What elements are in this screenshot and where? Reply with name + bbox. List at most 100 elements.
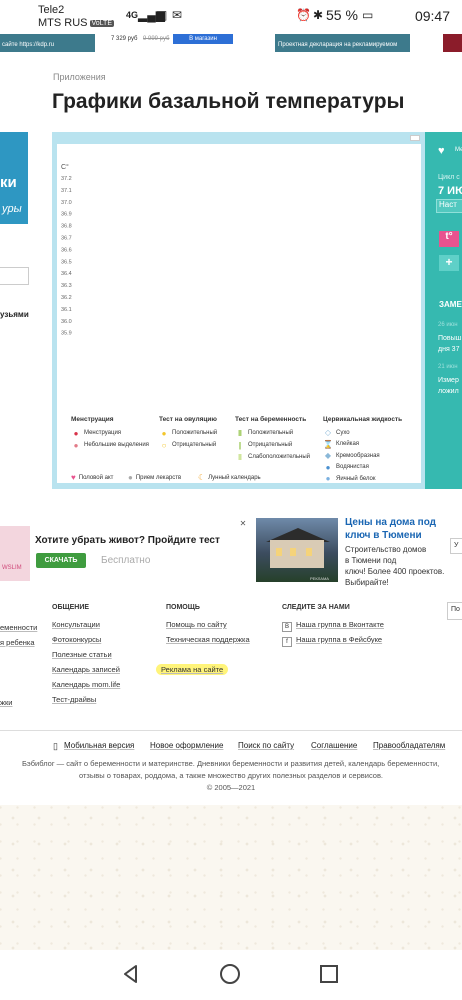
footer-follow: СЛЕДИТЕ ЗА НАМИ В Наша группа в Вконтакте…: [282, 604, 384, 647]
vk-icon: В: [282, 622, 292, 632]
note-line: Измер: [438, 377, 459, 384]
footer-link[interactable]: Календарь mom.life: [52, 677, 120, 692]
ad-desc-line: Выбирайте!: [345, 578, 389, 587]
shop-button[interactable]: В магазин: [173, 34, 233, 44]
footer-link[interactable]: Фотоконкурсы: [52, 632, 120, 647]
top-ad-product[interactable]: 7 329 руб 9 999 руб В магазин: [103, 34, 233, 52]
note-text[interactable]: Повыш дня 37: [438, 333, 461, 355]
legend-label: Отрицательный: [248, 442, 293, 448]
creamy-icon: ◆: [324, 451, 332, 461]
footer-link[interactable]: жки: [0, 695, 37, 710]
settings-button[interactable]: Наст: [436, 199, 462, 213]
status-bar: Tele2 MTS RUS VoLTE 4G ▂▄▆ ▣ ✉ ⏰ ✱ 55 % ▭…: [0, 0, 462, 34]
ad-close-icon[interactable]: ✕: [238, 519, 248, 529]
top-ad-edge[interactable]: [443, 34, 462, 52]
y-tick-label: 36.9: [61, 212, 72, 218]
note-date: 26 июн: [438, 322, 458, 328]
footer-link[interactable]: Календарь записей: [52, 662, 120, 677]
temperature-add-icon[interactable]: t°: [439, 231, 459, 247]
note-text[interactable]: Измер ложил: [438, 375, 459, 397]
footer-link-ads[interactable]: Реклама на сайте: [156, 662, 250, 677]
home-icon[interactable]: [219, 963, 241, 985]
footer-link[interactable]: Тест-драйвы: [52, 692, 120, 707]
left-input[interactable]: [0, 267, 29, 285]
recents-icon[interactable]: [318, 963, 340, 985]
footer-link[interactable]: Помощь по сайту: [166, 617, 250, 632]
y-tick-label: 37.2: [61, 176, 72, 182]
footer-link[interactable]: Техническая поддержка: [166, 632, 250, 647]
nav-copyright-holders[interactable]: Правообладателям: [373, 741, 445, 750]
legend-ovulation: Тест на овуляцию ● Положительный ○ Отрицат…: [159, 416, 217, 451]
ad-desc-line: в Тюмени под: [345, 556, 397, 565]
left-banner[interactable]: ки уры: [0, 132, 28, 224]
nav-new-design[interactable]: Новое оформление: [150, 741, 223, 750]
footer-link[interactable]: Консультации: [52, 617, 120, 632]
download-button[interactable]: СКАЧАТЬ: [36, 553, 86, 568]
page-title: Графики базальной температуры: [52, 90, 405, 113]
breadcrumb[interactable]: Приложения: [53, 72, 106, 82]
clock: 09:47: [414, 8, 450, 24]
footer-heading: СЛЕДИТЕ ЗА НАМИ: [282, 604, 350, 611]
network-type: 4G: [126, 10, 139, 20]
legend-title: Цервикальная жидкость: [323, 416, 403, 423]
fb-link-label[interactable]: Наша группа в Фейсбуке: [296, 635, 382, 644]
back-icon[interactable]: [120, 963, 142, 985]
top-ad-strip[interactable]: сайте https://kdp.ru 7 329 руб 9 999 руб…: [0, 34, 462, 56]
right-footer-box[interactable]: По: [447, 602, 462, 620]
note-line: дня 37: [438, 346, 460, 353]
legend-item: ● Яичный белок: [323, 473, 402, 485]
heart-icon: ♥: [71, 473, 76, 482]
nav-mobile-version[interactable]: Мобильная версия: [64, 741, 134, 750]
house-ad-button[interactable]: У: [450, 538, 462, 554]
legend-item: ‖ Слабоположительный: [235, 451, 310, 463]
bluetooth-icon: ✱: [313, 8, 324, 22]
left-banner-text2: уры: [2, 203, 22, 215]
house-window: [276, 548, 282, 556]
battery-icon: ▭: [362, 8, 374, 22]
footer-link[interactable]: еменности: [0, 620, 37, 635]
legend-label: Отрицательный: [172, 442, 217, 448]
legend-item: ⌛ Клейкая: [323, 439, 402, 451]
slim-ad-title[interactable]: Хотите убрать живот? Пройдите тест: [35, 535, 220, 546]
slim-ad-image[interactable]: WSLIM: [0, 526, 30, 581]
sidebar-me[interactable]: Ме: [455, 147, 462, 153]
site-description-2: отзывы о товарах, роддома, а также множе…: [78, 771, 384, 780]
legend-title: Тест на беременность: [235, 416, 307, 423]
single-bar-icon: |: [238, 440, 242, 450]
legend-label: Положительный: [172, 430, 218, 436]
footer-link[interactable]: я ребенка: [0, 635, 37, 650]
legend-item: ‖ Положительный: [235, 427, 310, 439]
legend-label: Яичный белок: [336, 475, 376, 482]
legend-item: ◇ Сухо: [323, 427, 402, 439]
nav-agreement[interactable]: Соглашение: [311, 741, 357, 750]
footer-heading: ОБЩЕНИЕ: [52, 604, 90, 611]
chart-ylabel: С°: [61, 163, 69, 171]
footer-link: [0, 680, 37, 695]
top-ad-left[interactable]: сайте https://kdp.ru: [0, 34, 95, 52]
y-tick-label: 36.6: [61, 247, 72, 253]
notes-title: ЗАМЕТ: [439, 300, 462, 309]
volte-badge: VoLTE: [89, 20, 114, 27]
plus-icon[interactable]: +: [439, 255, 459, 271]
vk-link-label[interactable]: Наша группа в Вконтакте: [296, 620, 384, 629]
temperature-chart[interactable]: С° 37.2 37.1 37.0 36.9 36.8 36.7 36.6 36.5 36.4 3…: [57, 144, 421, 409]
ad-price: 7 329 руб: [111, 36, 138, 42]
ad-title-line: ключ в Тюмени: [345, 530, 422, 541]
footer-link[interactable]: Полезные статьи: [52, 647, 120, 662]
footer-link-vk[interactable]: В Наша группа в Вконтакте: [282, 617, 384, 632]
note-line: Повыш: [438, 335, 462, 342]
moon-icon: ☾: [198, 473, 206, 482]
small-drop-icon: ●: [73, 440, 79, 450]
ads-link-highlight[interactable]: Реклама на сайте: [156, 664, 229, 675]
chart-scroll-handle[interactable]: [410, 135, 420, 141]
top-ad-right[interactable]: Проектная декларация на рекламируемом: [275, 34, 410, 52]
copyright: © 2005—2021: [206, 783, 256, 792]
alarm-icon: ⏰: [296, 8, 311, 22]
house-ad-image[interactable]: РЕКЛАМА: [256, 518, 338, 582]
note-line: ложил: [438, 388, 459, 395]
house-ad-title[interactable]: Цены на дома под ключ в Тюмени: [345, 516, 436, 542]
footer-link: [0, 650, 37, 665]
nav-site-search[interactable]: Поиск по сайту: [238, 741, 294, 750]
footer-link-fb[interactable]: f Наша группа в Фейсбуке: [282, 632, 384, 647]
left-banner-text1: ки: [0, 174, 17, 191]
